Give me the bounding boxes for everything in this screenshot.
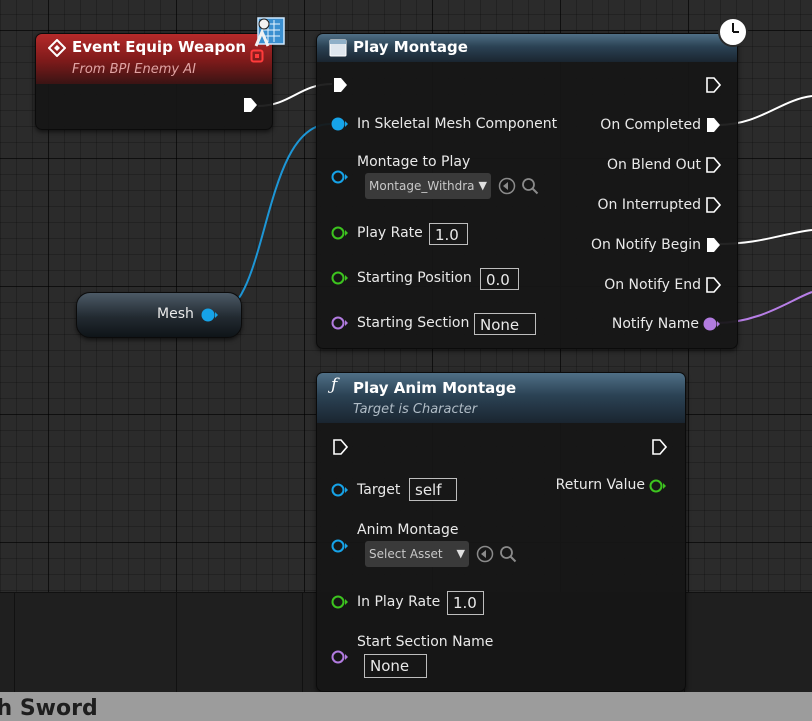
on-notify-begin-pin[interactable] xyxy=(705,236,721,254)
on-notify-begin-label: On Notify Begin xyxy=(590,237,701,253)
function-icon: ƒ xyxy=(331,375,338,395)
in-play-rate-input[interactable]: 1.0 xyxy=(447,591,484,615)
notify-name-label: Notify Name xyxy=(611,316,699,332)
stop-delegate-icon[interactable] xyxy=(250,49,264,63)
node-icon xyxy=(329,39,347,57)
notify-name-pin[interactable] xyxy=(703,316,721,332)
status-text: th Sword xyxy=(0,696,98,721)
event-node-subtitle: From BPI Enemy AI xyxy=(72,62,196,77)
browse-asset-search-icon[interactable] xyxy=(521,177,539,195)
in-play-rate-pin[interactable] xyxy=(331,594,349,610)
event-node-title: Event Equip Weapon xyxy=(72,38,247,56)
mesh-variable-node[interactable]: Mesh xyxy=(76,292,242,338)
play-rate-label: Play Rate xyxy=(357,225,423,241)
use-selected-asset-icon[interactable] xyxy=(498,177,516,195)
montage-to-play-label: Montage to Play xyxy=(357,154,471,170)
interface-badge-icon xyxy=(254,17,285,47)
return-value-pin[interactable] xyxy=(649,478,667,494)
anim-montage-pin[interactable] xyxy=(331,538,349,554)
clock-icon xyxy=(718,17,748,47)
on-notify-end-label: On Notify End xyxy=(604,277,701,293)
object-wire-mesh-to-montage xyxy=(213,123,331,316)
start-section-name-pin[interactable] xyxy=(331,649,349,665)
play-rate-input[interactable]: 1.0 xyxy=(429,223,468,245)
use-selected-asset-icon[interactable] xyxy=(476,545,494,563)
anim-exec-out-pin[interactable] xyxy=(651,438,667,456)
on-blend-out-pin[interactable] xyxy=(705,156,721,174)
montage-asset-dropdown[interactable]: Montage_Withdra ▼ xyxy=(365,173,491,199)
start-section-name-input[interactable]: None xyxy=(364,654,427,678)
target-pin[interactable] xyxy=(331,482,349,498)
play-montage-title: Play Montage xyxy=(353,38,468,56)
on-notify-end-pin[interactable] xyxy=(705,276,721,294)
montage-exec-in-pin[interactable] xyxy=(332,76,348,94)
anim-montage-asset-value: Select Asset xyxy=(369,547,443,561)
start-section-name-label: Start Section Name xyxy=(357,634,494,650)
chevron-down-icon: ▼ xyxy=(456,547,465,560)
diamond-event-icon xyxy=(48,39,66,57)
anim-montage-label: Anim Montage xyxy=(357,522,459,538)
play-anim-montage-node[interactable]: ƒ Play Anim Montage Target is Character … xyxy=(316,372,686,692)
on-interrupted-label: On Interrupted xyxy=(597,197,701,213)
play-montage-node[interactable]: Play Montage In Skeletal Mesh Component … xyxy=(316,33,738,349)
starting-section-pin[interactable] xyxy=(331,315,349,331)
starting-section-label: Starting Section xyxy=(357,315,470,331)
starting-position-label: Starting Position xyxy=(357,270,472,286)
mesh-label: Mesh xyxy=(157,306,194,322)
montage-asset-value: Montage_Withdra xyxy=(369,179,475,193)
play-rate-pin[interactable] xyxy=(331,225,349,241)
browse-asset-search-icon[interactable] xyxy=(499,545,517,563)
anim-montage-asset-dropdown[interactable]: Select Asset ▼ xyxy=(365,541,469,567)
skeletal-mesh-label: In Skeletal Mesh Component xyxy=(357,116,558,132)
skeletal-mesh-in-pin[interactable] xyxy=(331,116,349,132)
event-exec-out-pin[interactable] xyxy=(242,96,258,114)
anim-exec-in-pin[interactable] xyxy=(332,438,348,456)
montage-to-play-pin[interactable] xyxy=(331,169,349,185)
return-value-label: Return Value xyxy=(555,477,645,493)
in-play-rate-label: In Play Rate xyxy=(357,594,441,610)
on-completed-pin[interactable] xyxy=(705,116,721,134)
mesh-object-out-pin[interactable] xyxy=(201,307,219,323)
on-completed-label: On Completed xyxy=(600,117,701,133)
play-anim-montage-subtitle: Target is Character xyxy=(353,402,478,417)
starting-position-input[interactable]: 0.0 xyxy=(480,268,519,290)
starting-position-pin[interactable] xyxy=(331,270,349,286)
montage-exec-out-pin[interactable] xyxy=(705,76,721,94)
target-input[interactable]: self xyxy=(409,478,457,501)
target-label: Target xyxy=(357,482,401,498)
starting-section-input[interactable]: None xyxy=(474,313,536,335)
play-anim-montage-title: Play Anim Montage xyxy=(353,379,517,397)
event-equip-weapon-node[interactable]: Event Equip Weapon From BPI Enemy AI xyxy=(35,33,273,130)
status-strip: th Sword xyxy=(0,692,812,721)
chevron-down-icon: ▼ xyxy=(478,179,487,192)
on-interrupted-pin[interactable] xyxy=(705,196,721,214)
on-blend-out-label: On Blend Out xyxy=(606,157,701,173)
